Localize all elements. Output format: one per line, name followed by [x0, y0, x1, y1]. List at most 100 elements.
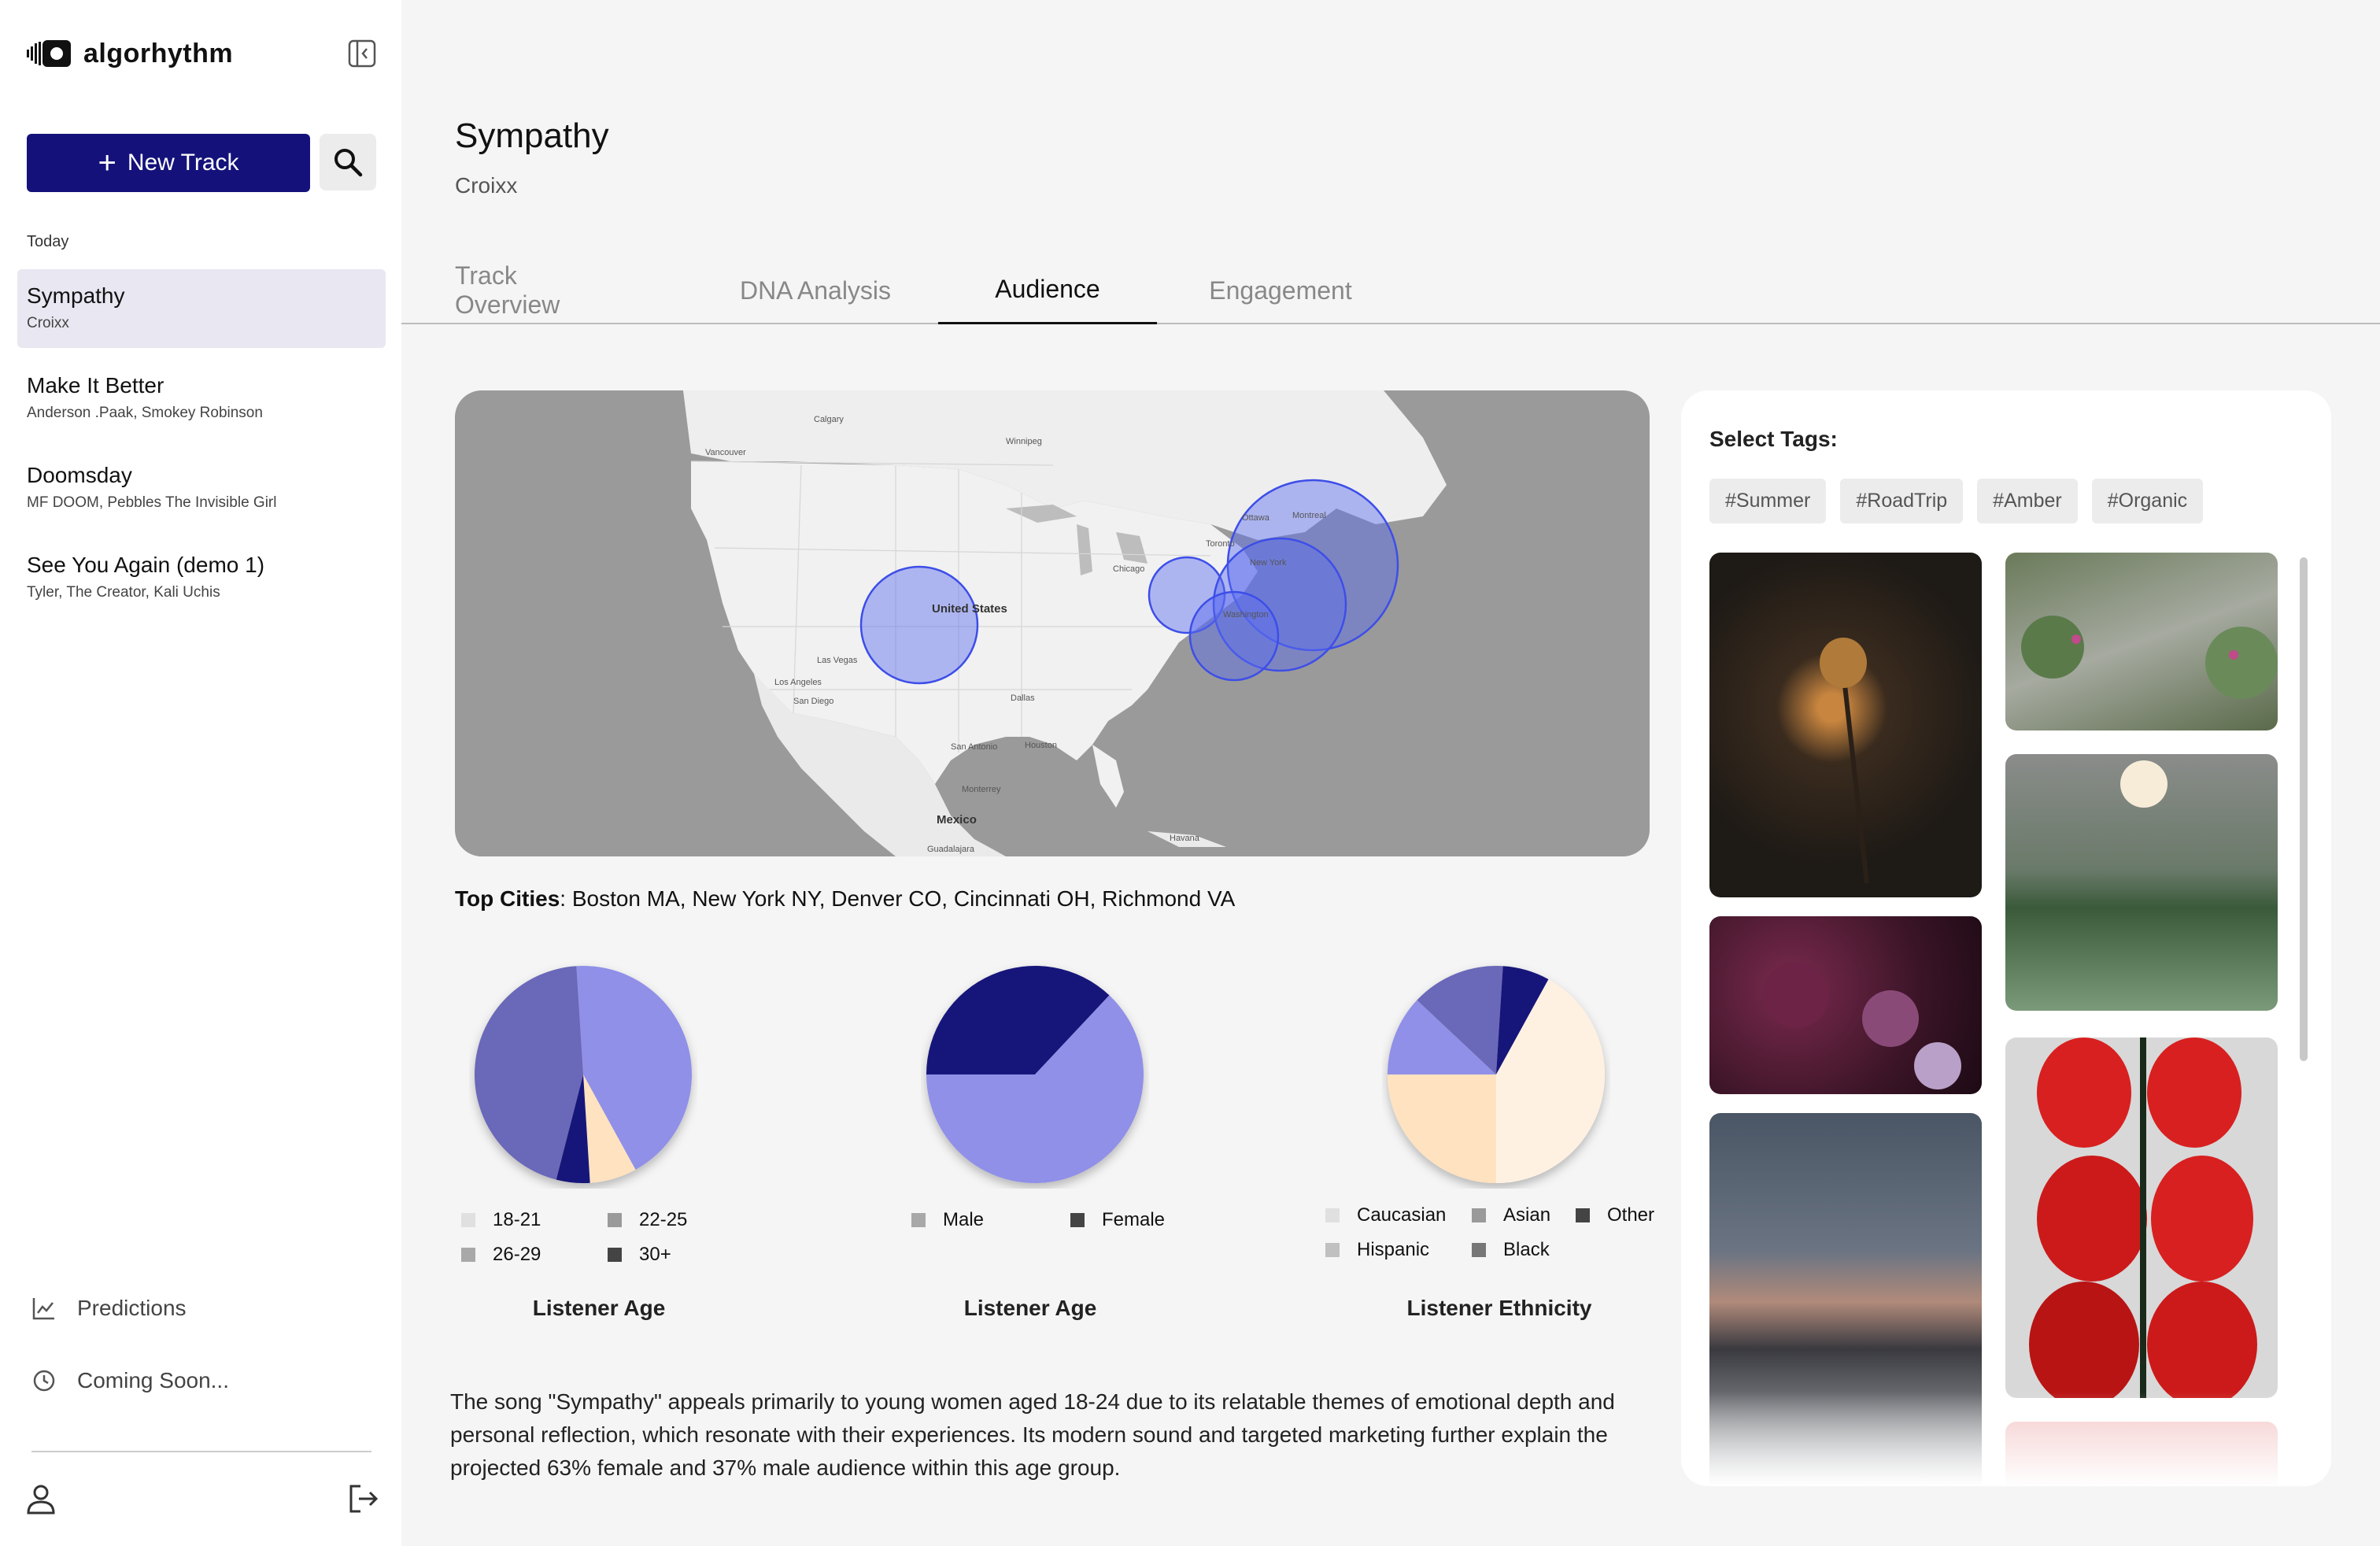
- tag-roadtrip[interactable]: #RoadTrip: [1840, 479, 1964, 523]
- nav-predictions[interactable]: Predictions: [31, 1296, 187, 1321]
- pie-slice-black[interactable]: [1388, 1074, 1496, 1183]
- map-label-san-antonio: San Antonio: [951, 742, 997, 752]
- legend-swatch: [1070, 1213, 1085, 1227]
- legend-label: 26-29: [493, 1244, 541, 1265]
- tag-panel: Select Tags: #Summer #RoadTrip #Amber #O…: [1681, 390, 2331, 1486]
- track-artist: MF DOOM, Pebbles The Invisible Girl: [27, 494, 277, 511]
- track-title: Sympathy: [27, 283, 125, 308]
- tag-amber[interactable]: #Amber: [1977, 479, 2078, 523]
- tab-dna-analysis[interactable]: DNA Analysis: [730, 257, 900, 324]
- legend-swatch: [1472, 1243, 1486, 1257]
- legend-label: Hispanic: [1357, 1239, 1430, 1260]
- tag-list: #Summer #RoadTrip #Amber #Organic: [1709, 479, 2204, 523]
- page-artist: Croixx: [455, 173, 518, 198]
- tab-audience[interactable]: Audience: [938, 257, 1157, 324]
- map-label-los-angeles: Los Angeles: [774, 678, 822, 687]
- track-title: Doomsday: [27, 463, 132, 487]
- map-label-toronto: Toronto: [1206, 539, 1235, 549]
- tab-engagement[interactable]: Engagement: [1198, 257, 1363, 324]
- mood-image-foggy-field[interactable]: [2005, 754, 2278, 1011]
- tag-panel-scrollbar[interactable]: [2300, 557, 2308, 1061]
- legend-label: Caucasian: [1357, 1204, 1447, 1226]
- pie-title-listener-age: Listener Age: [532, 1296, 666, 1320]
- pie-slices: [926, 966, 1144, 1183]
- legend-label: Other: [1607, 1204, 1655, 1226]
- map-label-san-diego: San Diego: [793, 697, 833, 706]
- pie-chart-listener-gender: [926, 966, 1144, 1183]
- legend-item: 26-29: [461, 1244, 541, 1266]
- map-label-winnipeg: Winnipeg: [1006, 437, 1042, 446]
- track-artist: Croixx: [27, 315, 69, 331]
- map-bubble-denver: [859, 565, 979, 685]
- legend-item: 18-21: [461, 1209, 541, 1231]
- top-cities-value: Boston MA, New York NY, Denver CO, Cinci…: [571, 886, 1236, 911]
- nav-label: Coming Soon...: [77, 1368, 229, 1393]
- map-label-united-states: United States: [932, 602, 1007, 616]
- map-label-ottawa: Ottawa: [1242, 513, 1270, 523]
- mood-image-dark-roses[interactable]: [1709, 916, 1982, 1094]
- map-label-vancouver: Vancouver: [705, 448, 746, 457]
- soundwave-logo-icon: [27, 40, 71, 67]
- map-svg: Calgary Vancouver Winnipeg Ottawa Montre…: [683, 390, 1447, 856]
- legend-item: Caucasian: [1325, 1204, 1446, 1226]
- nav-coming-soon[interactable]: Coming Soon...: [31, 1368, 229, 1393]
- map-label-monterrey: Monterrey: [962, 785, 1001, 794]
- legend-item: Other: [1576, 1204, 1654, 1226]
- audience-summary: The song "Sympathy" appeals primarily to…: [450, 1389, 1615, 1480]
- map-label-new-york: New York: [1250, 558, 1287, 568]
- track-artist: Anderson .Paak, Smokey Robinson: [27, 405, 263, 421]
- tag-organic[interactable]: #Organic: [2091, 479, 2204, 523]
- map-label-mexico: Mexico: [937, 813, 977, 827]
- legend-swatch: [1325, 1243, 1340, 1257]
- track-item-see-you-again[interactable]: See You Again (demo 1) Tyler, The Creato…: [17, 538, 386, 617]
- search-icon: [334, 149, 363, 177]
- legend-item: Female: [1070, 1209, 1165, 1231]
- logout-icon: [349, 1485, 379, 1513]
- image-detail: [2120, 760, 2168, 808]
- track-title: See You Again (demo 1): [27, 553, 265, 577]
- tag-panel-fade: [1681, 1392, 2331, 1486]
- map-label-houston: Houston: [1025, 741, 1057, 750]
- legend-item: 30+: [608, 1244, 671, 1266]
- top-cities: Top Cities: Boston MA, New York NY, Denv…: [455, 886, 1236, 911]
- image-detail: [1763, 962, 1961, 1089]
- track-item-make-it-better[interactable]: Make It Better Anderson .Paak, Smokey Ro…: [17, 359, 386, 438]
- search-button[interactable]: [320, 134, 376, 190]
- track-title: Make It Better: [27, 373, 164, 398]
- sidebar: algorhythm + New Track Today Sympathy Cr…: [0, 0, 401, 1546]
- audience-map[interactable]: Calgary Vancouver Winnipeg Ottawa Montre…: [455, 390, 1650, 856]
- legend-swatch: [461, 1248, 475, 1262]
- pie-title-listener-ethnicity: Listener Ethnicity: [1406, 1296, 1592, 1320]
- legend-label: 30+: [639, 1244, 671, 1265]
- legend-label: Male: [943, 1209, 985, 1230]
- map-label-havana: Havana: [1170, 834, 1200, 843]
- new-track-button[interactable]: + New Track: [27, 134, 310, 192]
- legend-item: 22-25: [608, 1209, 687, 1231]
- logo[interactable]: algorhythm: [27, 36, 233, 71]
- legend-swatch: [1472, 1208, 1486, 1222]
- app-name: algorhythm: [83, 38, 234, 68]
- legend-swatch: [608, 1213, 622, 1227]
- track-item-sympathy[interactable]: Sympathy Croixx: [17, 269, 386, 348]
- map-label-las-vegas: Las Vegas: [817, 656, 858, 665]
- legend-label: Black: [1503, 1239, 1550, 1260]
- profile-button[interactable]: [24, 1481, 58, 1520]
- mood-image-dried-rose[interactable]: [1709, 553, 1982, 897]
- track-item-doomsday[interactable]: Doomsday MF DOOM, Pebbles The Invisible …: [17, 449, 386, 527]
- legend-item: Black: [1472, 1239, 1550, 1261]
- tag-summer[interactable]: #Summer: [1709, 479, 1827, 523]
- legend-swatch: [1576, 1208, 1590, 1222]
- legend-label: Asian: [1503, 1204, 1551, 1226]
- tab-track-overview[interactable]: Track Overview: [455, 257, 593, 324]
- collapse-sidebar-button[interactable]: [346, 38, 378, 69]
- map-land-florida: [1092, 745, 1124, 808]
- user-icon: [27, 1485, 55, 1515]
- logout-button[interactable]: [346, 1481, 381, 1520]
- image-detail: [2021, 616, 2278, 699]
- track-artist: Tyler, The Creator, Kali Uchis: [27, 584, 220, 601]
- mood-image-garden-mist[interactable]: [2005, 553, 2278, 730]
- image-detail: [2029, 1037, 2257, 1398]
- mood-image-red-roses[interactable]: [2005, 1037, 2278, 1398]
- legend-swatch: [461, 1213, 475, 1227]
- legend-swatch: [608, 1248, 622, 1262]
